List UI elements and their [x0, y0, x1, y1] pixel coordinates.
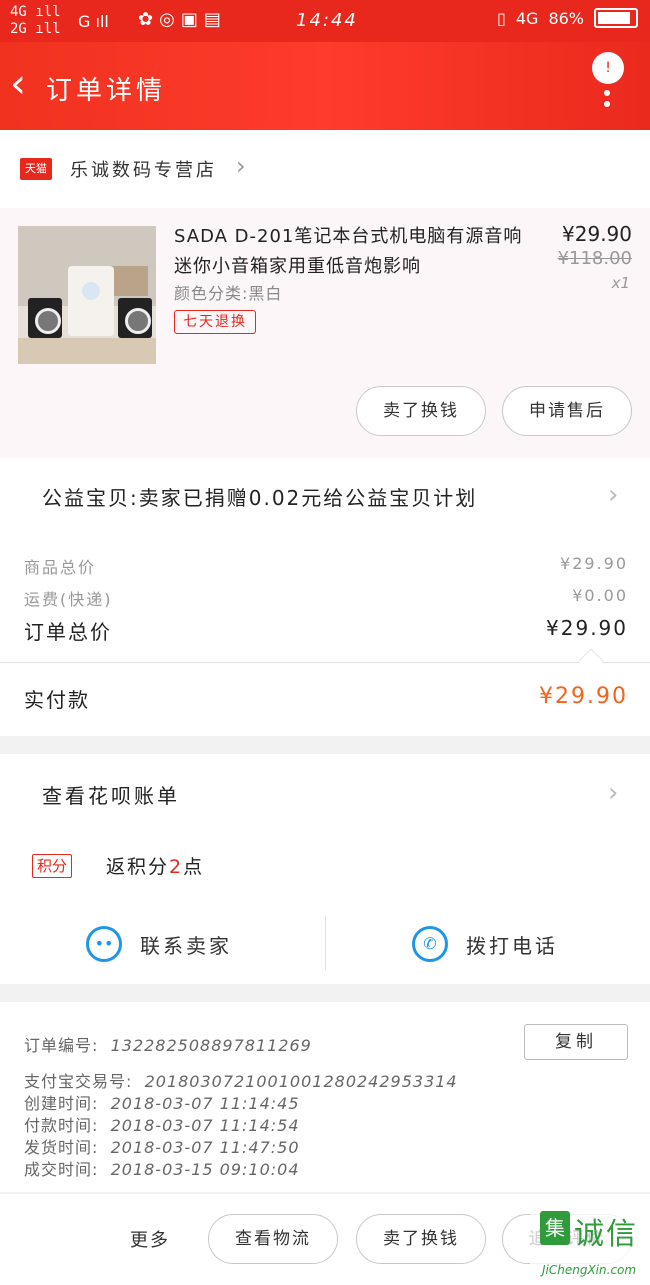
paid-time-label: 付款时间: — [24, 1116, 99, 1135]
price-summary: 商品总价 ¥29.90 运费(快递) ¥0.00 订单总价 ¥29.90 实付款… — [0, 536, 650, 736]
notification-badge: ! — [592, 52, 624, 84]
signal-2g-label: 2G — [10, 21, 27, 37]
store-name: 乐诚数码专营店 — [70, 160, 217, 181]
product-price: ¥29.90 — [562, 222, 632, 246]
charity-row[interactable]: 公益宝贝:卖家已捐赠0.02元给公益宝贝计划 › — [0, 458, 650, 536]
netease-icon: ◎ — [159, 9, 181, 30]
shipped-label: 发货时间: — [24, 1138, 99, 1157]
order-number-label: 订单编号: — [24, 1036, 99, 1055]
battery-icon — [594, 8, 638, 28]
paid-label: 实付款 — [24, 688, 90, 712]
resell-bottom-button[interactable]: 卖了换钱 — [356, 1214, 486, 1264]
more-dots-icon — [604, 90, 610, 112]
watermark-url: JiChengXin.com — [542, 1263, 637, 1277]
watermark: 集 诚信 JiChengXin.com — [530, 1205, 650, 1285]
network-label: 4G — [515, 8, 539, 28]
alipay-number: 2018030721001001280242953314 — [144, 1072, 458, 1091]
goods-total-value: ¥29.90 — [560, 554, 628, 573]
watermark-name: 诚信 — [574, 1217, 638, 1252]
chevron-right-icon: › — [236, 152, 246, 180]
shipping-label: 运费(快递) — [24, 590, 113, 609]
product-thumbnail[interactable] — [18, 226, 156, 364]
shipped-line: 发货时间: 2018-03-07 11:47:50 — [24, 1134, 300, 1158]
vibrate-icon: ▯ — [497, 8, 506, 28]
product-title: SADA D-201笔记本台式机电脑有源音响迷你小音箱家用重低音炮影响 — [174, 226, 523, 277]
chat-icon: •• — [86, 926, 122, 962]
call-phone-button[interactable]: ✆ 拨打电话 — [412, 904, 558, 984]
divider — [325, 916, 326, 970]
status-bar: 4G ıll 2G ıll G ıll ✿◎▣▤ 14:44 ▯ 4G 86% — [0, 0, 650, 42]
paid-time: 2018-03-07 11:14:54 — [110, 1116, 300, 1135]
done-time: 2018-03-15 09:10:04 — [110, 1160, 300, 1179]
notification-icons: ✿◎▣▤ — [138, 9, 227, 30]
wechat-icon: ✿ — [138, 9, 160, 30]
order-total-label: 订单总价 — [24, 620, 112, 644]
order-number: 132282508897811269 — [110, 1036, 312, 1055]
contact-seller-button[interactable]: •• 联系卖家 — [86, 904, 232, 984]
order-number-line: 订单编号: 132282508897811269 — [24, 1032, 312, 1056]
goods-total-label: 商品总价 — [24, 558, 97, 577]
shipped-time: 2018-03-07 11:47:50 — [110, 1138, 300, 1157]
phone-icon: ✆ — [412, 926, 448, 962]
resell-button[interactable]: 卖了换钱 — [356, 386, 486, 436]
status-right: ▯ 4G 86% — [497, 8, 638, 28]
contact-bar: •• 联系卖家 ✆ 拨打电话 — [0, 904, 650, 984]
alipay-label: 支付宝交易号: — [24, 1072, 133, 1091]
alipay-line: 支付宝交易号: 2018030721001001280242953314 — [24, 1068, 458, 1092]
copy-button[interactable]: 复制 — [524, 1024, 628, 1060]
more-button[interactable]: 更多 — [130, 1226, 170, 1252]
signal-indicators: 4G ıll 2G ıll — [10, 4, 61, 37]
store-row[interactable]: 天猫 乐诚数码专营店 › — [0, 130, 650, 208]
after-sales-button[interactable]: 申请售后 — [502, 386, 632, 436]
created-time: 2018-03-07 11:14:45 — [110, 1094, 300, 1113]
chevron-right-icon: › — [608, 480, 619, 510]
tmall-icon: 天猫 — [20, 158, 52, 180]
points-badge: 积分 — [32, 854, 73, 878]
battery-percent: 86% — [548, 8, 584, 28]
points-text: 返积分2点 — [106, 856, 205, 878]
product-quantity: x1 — [611, 274, 630, 292]
paid-line: 付款时间: 2018-03-07 11:14:54 — [24, 1112, 300, 1136]
watermark-logo: 集 — [540, 1211, 570, 1245]
back-arrow-icon[interactable]: ‹ — [10, 64, 40, 108]
huabei-bill-text: 查看花呗账单 — [42, 784, 180, 808]
more-menu-button[interactable]: ! — [592, 52, 624, 112]
product-card[interactable]: SADA D-201笔记本台式机电脑有源音响迷你小音箱家用重低音炮影响 颜色分类… — [0, 208, 650, 458]
shipping-value: ¥0.00 — [572, 586, 628, 605]
call-phone-label: 拨打电话 — [466, 933, 558, 958]
done-line: 成交时间: 2018-03-15 09:10:04 — [24, 1156, 300, 1180]
points-row: 积分 返积分2点 — [0, 834, 650, 904]
order-total-value: ¥29.90 — [546, 616, 628, 640]
huabei-bill-row[interactable]: 查看花呗账单 › — [0, 754, 650, 834]
page-title: 订单详情 — [46, 76, 167, 106]
signal-g: G ıll — [78, 12, 109, 31]
app-header: ‹ 订单详情 ! — [0, 42, 650, 130]
view-logistics-button[interactable]: 查看物流 — [208, 1214, 338, 1264]
charity-text: 公益宝贝:卖家已捐赠0.02元给公益宝贝计划 — [42, 486, 478, 510]
signal-4g-label: 4G — [10, 4, 27, 20]
clock: 14:44 — [296, 10, 358, 31]
done-label: 成交时间: — [24, 1160, 99, 1179]
divider — [0, 662, 650, 663]
created-line: 创建时间: 2018-03-07 11:14:45 — [24, 1090, 300, 1114]
points-count: 2 — [169, 856, 184, 878]
paid-value: ¥29.90 — [539, 684, 628, 709]
s-app-icon: ▣ — [180, 9, 204, 30]
contact-seller-label: 联系卖家 — [140, 933, 232, 958]
product-variant: 颜色分类:黑白 — [174, 284, 283, 303]
created-label: 创建时间: — [24, 1094, 99, 1113]
stock-icon: ▤ — [203, 9, 227, 30]
order-info: 订单编号: 132282508897811269 复制 支付宝交易号: 2018… — [0, 1002, 650, 1192]
caret-up-icon — [578, 648, 604, 674]
chevron-right-icon: › — [608, 778, 619, 808]
original-price: ¥118.00 — [557, 248, 632, 269]
return-policy-badge: 七天退换 — [174, 310, 256, 334]
